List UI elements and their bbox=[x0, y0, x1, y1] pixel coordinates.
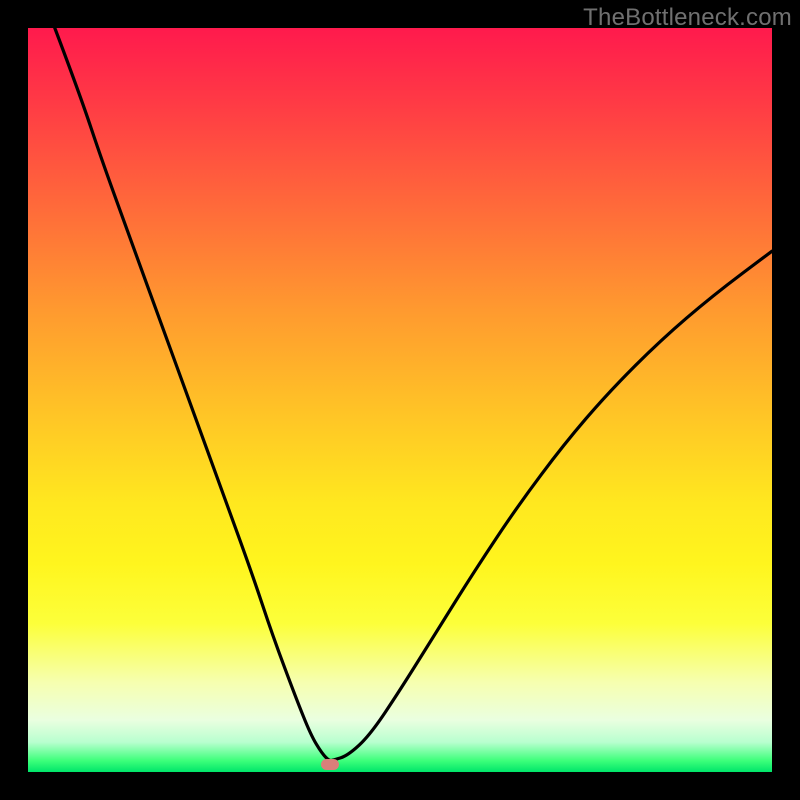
minimum-marker bbox=[321, 759, 339, 770]
curve-svg bbox=[28, 28, 772, 772]
chart-frame: TheBottleneck.com bbox=[0, 0, 800, 800]
bottleneck-curve bbox=[55, 28, 772, 761]
plot-area bbox=[28, 28, 772, 772]
